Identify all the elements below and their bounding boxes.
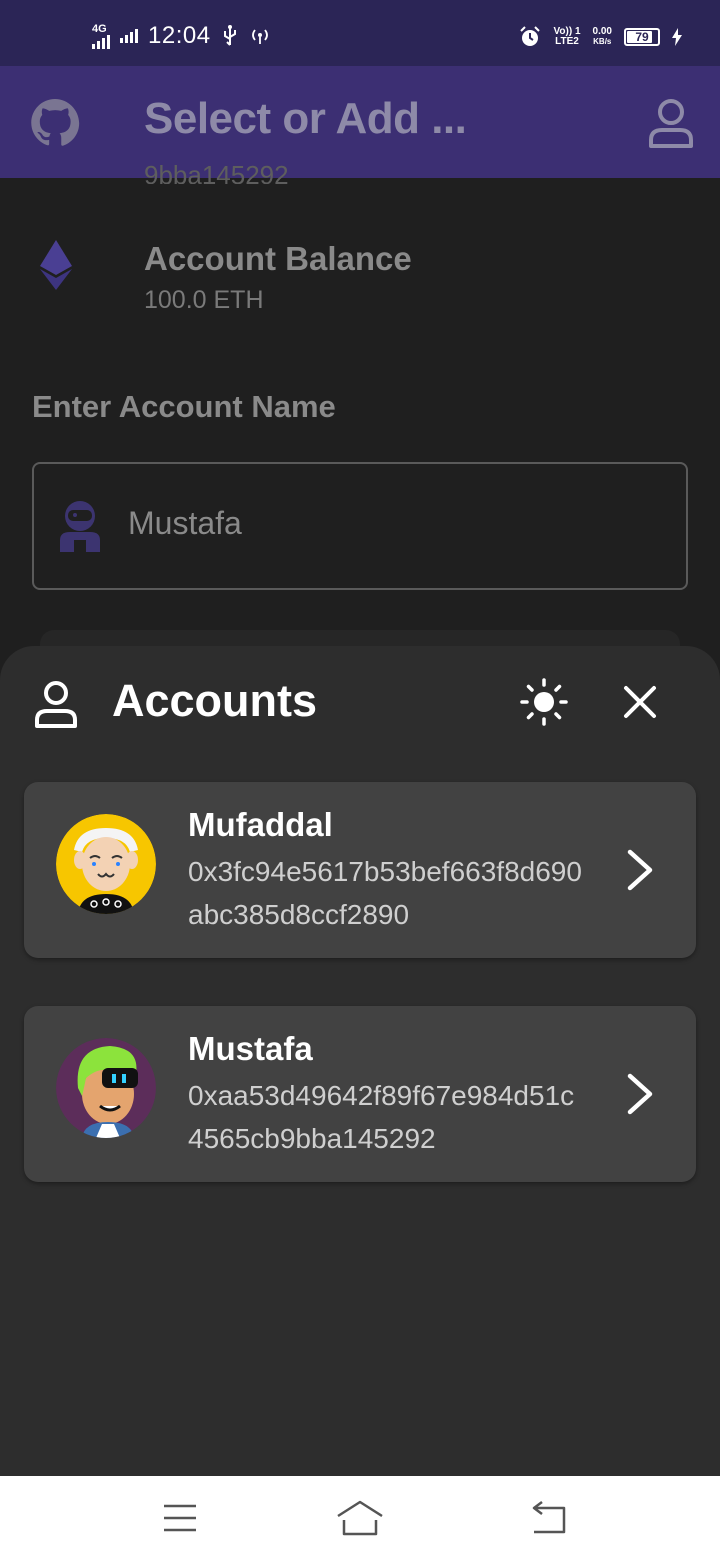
signal-icon xyxy=(92,34,110,49)
user-icon[interactable] xyxy=(648,98,694,150)
battery-icon: 79 xyxy=(624,28,660,46)
account-icon xyxy=(35,681,77,728)
menu-icon[interactable] xyxy=(152,1498,208,1538)
charging-icon xyxy=(672,28,682,46)
robot-icon xyxy=(60,501,100,552)
status-bar: 4G 12:04 Vo)) 1 LTE2 0.00 KB/s 79 xyxy=(0,0,720,66)
network-label: 4G xyxy=(92,22,107,35)
partial-address: 9bba145292 xyxy=(144,160,289,184)
account-card-mufaddal[interactable]: Mufaddal 0x3fc94e5617b53bef663f8d690abc3… xyxy=(24,782,696,958)
avatar xyxy=(56,814,156,914)
ethereum-icon xyxy=(40,240,72,290)
clock: 12:04 xyxy=(148,22,211,49)
sun-icon[interactable] xyxy=(520,678,568,726)
avatar xyxy=(56,1038,156,1138)
usb-icon xyxy=(223,25,236,46)
github-icon[interactable] xyxy=(30,98,80,148)
sheet-title: Accounts xyxy=(112,675,318,726)
account-address: 0x3fc94e5617b53bef663f8d690abc385d8ccf28… xyxy=(188,856,582,930)
system-nav-bar xyxy=(0,1476,720,1560)
net-speed: 0.00 KB/s xyxy=(592,26,612,47)
balance-title: Account Balance xyxy=(144,240,412,277)
chevron-right-icon[interactable] xyxy=(624,848,656,892)
back-icon[interactable] xyxy=(520,1498,576,1538)
volte-indicator: Vo)) 1 LTE2 xyxy=(553,26,581,47)
status-left: 4G 12:04 xyxy=(92,22,271,50)
account-address: 0xaa53d49642f89f67e984d51c4565cb9bba1452… xyxy=(188,1080,575,1154)
close-icon[interactable] xyxy=(620,682,660,722)
account-name: Mufaddal xyxy=(188,806,333,843)
account-name-value: Mustafa xyxy=(128,505,242,541)
balance-value: 100.0 ETH xyxy=(144,286,264,314)
account-name-label: Enter Account Name xyxy=(32,389,336,424)
account-card-mustafa[interactable]: Mustafa 0xaa53d49642f89f67e984d51c4565cb… xyxy=(24,1006,696,1182)
page-title: Select or Add ... xyxy=(144,94,467,143)
signal-2-icon xyxy=(120,29,138,43)
alarm-icon xyxy=(520,26,541,46)
chevron-right-icon[interactable] xyxy=(624,1072,656,1116)
home-icon[interactable] xyxy=(332,1498,388,1538)
account-name: Mustafa xyxy=(188,1030,313,1067)
hotspot-icon xyxy=(251,29,268,44)
status-right: Vo)) 1 LTE2 0.00 KB/s 79 xyxy=(519,26,682,48)
